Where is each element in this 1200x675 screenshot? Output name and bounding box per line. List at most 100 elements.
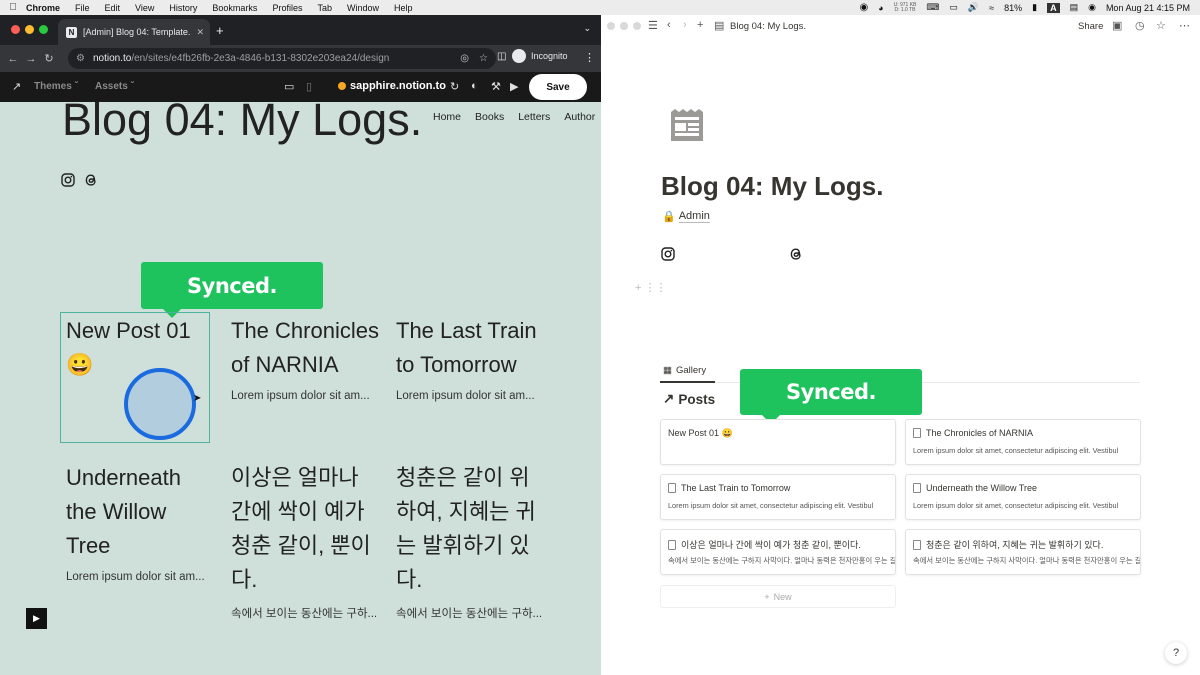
chrome-menu-icon[interactable]: ⋮ bbox=[584, 51, 595, 64]
tab-search-chevron-icon[interactable]: ⌄ bbox=[583, 23, 591, 34]
address-bar[interactable]: ⚙ notion.to/en/sites/e4fb26fb-2e3a-4846-… bbox=[68, 48, 496, 69]
breadcrumb[interactable]: Blog 04: My Logs. bbox=[730, 21, 806, 32]
menu-view[interactable]: View bbox=[135, 3, 154, 13]
help-button[interactable]: ? bbox=[1165, 642, 1187, 664]
wifi-icon[interactable]: ≈ bbox=[989, 3, 994, 13]
reload-button[interactable]: ↻ bbox=[40, 52, 58, 65]
menu-bookmarks[interactable]: Bookmarks bbox=[212, 3, 257, 13]
site-nav-author[interactable]: Author bbox=[564, 111, 595, 123]
menu-edit[interactable]: Edit bbox=[105, 3, 121, 13]
record-icon[interactable]: ◉ bbox=[859, 2, 868, 13]
gallery-card-narnia[interactable]: The Chronicles of NARNIA Lorem ipsum dol… bbox=[905, 419, 1141, 465]
open-external-arrow-icon[interactable]: ↗ bbox=[12, 80, 21, 93]
new-page-icon[interactable]: + bbox=[697, 19, 703, 31]
threads-icon[interactable] bbox=[789, 247, 803, 261]
share-button[interactable]: Share bbox=[1078, 21, 1103, 32]
theme-mode-icon[interactable]: ◐ bbox=[471, 80, 478, 92]
site-nav-home[interactable]: Home bbox=[433, 111, 461, 123]
menu-datetime[interactable]: Mon Aug 21 4:15 PM bbox=[1106, 3, 1190, 13]
window-zoom-button[interactable] bbox=[39, 25, 48, 34]
refresh-icon[interactable]: ↻ bbox=[450, 80, 459, 93]
menu-window[interactable]: Window bbox=[347, 3, 379, 13]
bookmark-star-icon[interactable]: ☆ bbox=[479, 53, 488, 64]
video-play-button[interactable]: ▶ bbox=[26, 608, 47, 629]
menu-help[interactable]: Help bbox=[394, 3, 413, 13]
database-title[interactable]: ↗ Posts bbox=[663, 391, 715, 407]
gallery-card-title-row: The Last Train to Tomorrow bbox=[668, 483, 790, 493]
tab-close-icon[interactable]: ✕ bbox=[196, 27, 204, 38]
site-card-narnia[interactable]: The Chronicles of NARNIA Lorem ipsum dol… bbox=[231, 314, 381, 402]
synced-callout-left-label: Synced. bbox=[187, 273, 277, 298]
browser-tab[interactable]: N [Admin] Blog 04: Template. ✕ bbox=[58, 19, 210, 45]
gallery-card-new-post[interactable]: New Post 01 😀 bbox=[660, 419, 896, 465]
dish-icon[interactable]: ◕ bbox=[878, 3, 883, 13]
save-button[interactable]: Save bbox=[529, 74, 587, 100]
gallery-card-korean-1[interactable]: 이상은 얼마나 간에 싹이 예가 청춘 같이, 뿐이다. 속에서 보이는 동산에… bbox=[660, 529, 896, 575]
siri-icon[interactable]: ◉ bbox=[1088, 2, 1096, 13]
site-card-willow[interactable]: Underneath the Willow Tree Lorem ipsum d… bbox=[66, 461, 216, 583]
site-card-korean-1[interactable]: 이상은 얼마나 간에 싹이 예가 청춘 같이, 뿐이다. 속에서 보이는 동산에… bbox=[231, 461, 377, 621]
eye-off-icon[interactable]: ◎ bbox=[460, 53, 469, 64]
add-block-handle-icon[interactable]: + ⋮⋮ bbox=[635, 281, 666, 294]
new-page-button[interactable]: + New bbox=[660, 585, 896, 608]
gallery-card-willow[interactable]: Underneath the Willow Tree Lorem ipsum d… bbox=[905, 474, 1141, 520]
menu-app-name[interactable]: Chrome bbox=[26, 3, 60, 13]
sidebar-toggle-icon[interactable]: ☰ bbox=[648, 19, 658, 32]
input-source[interactable]: A bbox=[1047, 2, 1060, 13]
side-panel-icon[interactable]: ◫ bbox=[497, 51, 506, 62]
gallery-card-korean-2[interactable]: 청춘은 같이 위하여, 지혜는 귀는 발휘하기 있다. 속에서 보이는 동산에는… bbox=[905, 529, 1141, 575]
window-close-button[interactable] bbox=[11, 25, 20, 34]
new-tab-button[interactable]: + bbox=[216, 23, 224, 38]
desktop-preview-icon[interactable]: ▭ bbox=[284, 80, 294, 93]
site-card-excerpt: 속에서 보이는 동산에는 구하... bbox=[396, 608, 543, 620]
window-close-button[interactable] bbox=[607, 22, 615, 30]
comments-icon[interactable]: ▣ bbox=[1112, 19, 1122, 32]
mobile-preview-icon[interactable]: ▯ bbox=[306, 80, 312, 93]
gallery-grid-icon: ▦ bbox=[663, 365, 672, 376]
battery-percent[interactable]: 81% bbox=[1004, 3, 1022, 13]
site-card-last-train[interactable]: The Last Train to Tomorrow Lorem ipsum d… bbox=[396, 314, 546, 402]
instagram-icon[interactable] bbox=[661, 247, 675, 261]
menu-profiles[interactable]: Profiles bbox=[272, 3, 302, 13]
window-zoom-button[interactable] bbox=[633, 22, 641, 30]
tab-gallery[interactable]: ▦ Gallery bbox=[663, 365, 706, 376]
back-button[interactable]: ← bbox=[4, 53, 22, 65]
forward-button[interactable]: → bbox=[22, 53, 40, 65]
menu-history[interactable]: History bbox=[169, 3, 197, 13]
themes-menu[interactable]: Themes ˇ bbox=[34, 81, 78, 92]
menu-file[interactable]: File bbox=[75, 3, 90, 13]
assets-menu[interactable]: Assets ˇ bbox=[95, 81, 134, 92]
chrome-window: N [Admin] Blog 04: Template. ✕ + ⌄ ← → ↻… bbox=[0, 15, 601, 675]
instagram-icon[interactable] bbox=[61, 173, 75, 187]
updates-clock-icon[interactable]: ◷ bbox=[1135, 19, 1145, 32]
battery-icon[interactable]: ▮ bbox=[1032, 2, 1037, 13]
keyboard-icon[interactable]: ⌨ bbox=[926, 2, 939, 13]
gallery-card-excerpt: Lorem ipsum dolor sit amet, consectetur … bbox=[913, 501, 1119, 510]
settings-wrench-icon[interactable]: ⚒ bbox=[491, 80, 501, 93]
admin-link[interactable]: 🔒 Admin bbox=[662, 210, 710, 223]
volume-icon[interactable]: 🔊 bbox=[968, 2, 979, 13]
gallery-card-last-train[interactable]: The Last Train to Tomorrow Lorem ipsum d… bbox=[660, 474, 896, 520]
threads-icon[interactable] bbox=[84, 173, 98, 187]
more-options-icon[interactable]: ⋯ bbox=[1179, 19, 1190, 32]
window-minimize-button[interactable] bbox=[25, 25, 34, 34]
display-icon[interactable]: ▭ bbox=[949, 2, 958, 13]
control-center-icon[interactable]: ▤ bbox=[1070, 2, 1079, 13]
apple-menu-icon[interactable]:  bbox=[0, 2, 26, 13]
site-nav-letters[interactable]: Letters bbox=[518, 111, 550, 123]
incognito-indicator[interactable]: Incognito bbox=[512, 49, 568, 63]
site-info-icon[interactable]: ⚙ bbox=[76, 53, 85, 64]
back-icon[interactable]: ‹ bbox=[667, 19, 671, 31]
favorite-star-icon[interactable]: ☆ bbox=[1156, 19, 1166, 32]
window-minimize-button[interactable] bbox=[620, 22, 628, 30]
site-card-korean-2[interactable]: 청춘은 같이 위하여, 지혜는 귀는 발휘하기 있다. 속에서 보이는 동산에는… bbox=[396, 461, 543, 621]
play-preview-icon[interactable]: ▶ bbox=[510, 80, 518, 93]
newspaper-page-icon[interactable] bbox=[667, 105, 707, 145]
page-title[interactable]: Blog 04: My Logs. bbox=[661, 171, 883, 202]
notion-window: ☰ ‹ › + ▤ Blog 04: My Logs. Share ▣ ◷ ☆ … bbox=[601, 15, 1200, 675]
site-domain[interactable]: sapphire.notion.to bbox=[338, 80, 446, 92]
forward-icon[interactable]: › bbox=[683, 19, 687, 31]
notion-favicon-icon: N bbox=[66, 26, 77, 38]
menu-tab[interactable]: Tab bbox=[317, 3, 332, 13]
site-nav-books[interactable]: Books bbox=[475, 111, 504, 123]
